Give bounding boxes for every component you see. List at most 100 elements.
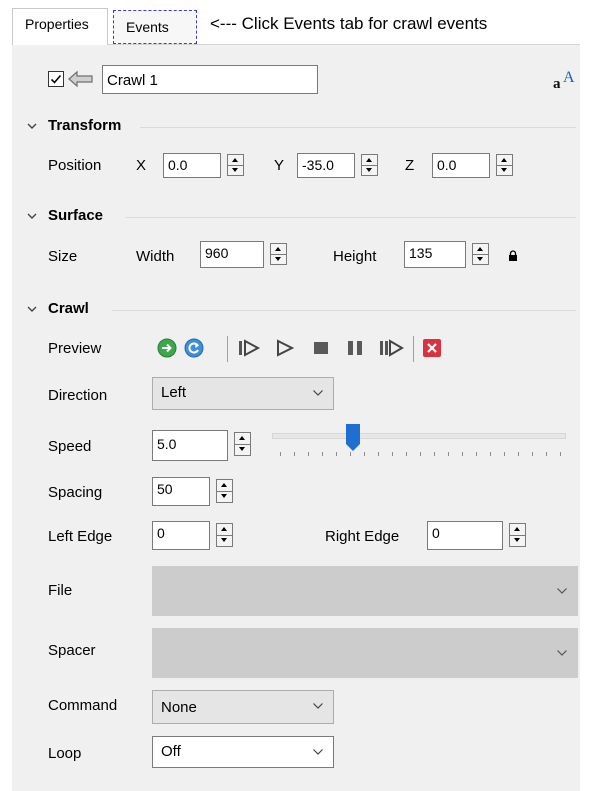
slider-tick <box>308 452 309 456</box>
speed-spinner[interactable] <box>234 432 251 456</box>
step-back-icon[interactable] <box>378 338 404 358</box>
height-spinner[interactable] <box>472 243 489 265</box>
close-red-icon[interactable] <box>423 339 441 357</box>
chevron-down-icon <box>557 650 567 656</box>
direction-dropdown[interactable]: Left <box>152 377 334 410</box>
events-hint-text: <--- Click Events tab for crawl events <box>210 14 488 33</box>
enabled-checkbox[interactable] <box>48 71 64 87</box>
slider-tick <box>280 452 281 456</box>
speed-slider-track[interactable] <box>272 433 566 439</box>
refresh-icon[interactable] <box>184 338 204 358</box>
toolbar-separator <box>227 336 228 362</box>
height-label: Height <box>333 248 377 265</box>
slider-tick <box>518 452 519 456</box>
step-forward-icon[interactable] <box>237 338 261 358</box>
chevron-down-icon[interactable] <box>27 211 37 221</box>
chevron-down-icon <box>557 588 567 594</box>
right-edge-input[interactable]: 0 <box>427 521 503 550</box>
slider-tick <box>420 452 421 456</box>
speed-input[interactable]: 5.0 <box>152 430 228 461</box>
right-edge-label: Right Edge <box>325 528 400 545</box>
slider-tick <box>490 452 491 456</box>
speed-slider-thumb[interactable] <box>345 424 360 452</box>
slider-tick <box>336 452 337 456</box>
transform-header[interactable]: Transform <box>48 117 121 134</box>
go-icon[interactable] <box>157 338 177 358</box>
slider-tick <box>322 452 323 456</box>
loop-label: Loop <box>48 745 82 762</box>
divider <box>112 310 576 311</box>
position-y-input[interactable]: -35.0 <box>297 153 355 178</box>
slider-tick <box>546 452 547 456</box>
slider-tick <box>392 452 393 456</box>
speed-label: Speed <box>48 438 92 455</box>
slider-tick <box>476 452 477 456</box>
direction-value: Left <box>161 384 187 401</box>
stop-icon[interactable] <box>311 338 331 358</box>
x-label: X <box>136 157 147 174</box>
tab-events[interactable]: Events <box>113 10 197 44</box>
svg-text:a: a <box>553 76 561 91</box>
slider-tick <box>560 452 561 456</box>
chevron-down-icon <box>313 749 323 755</box>
play-icon[interactable] <box>275 338 295 358</box>
chevron-down-icon[interactable] <box>27 304 37 314</box>
width-spinner[interactable] <box>270 243 287 265</box>
spacing-input[interactable]: 50 <box>152 477 210 506</box>
position-x-spinner[interactable] <box>227 154 244 176</box>
spacing-spinner[interactable] <box>216 479 233 503</box>
position-y-spinner[interactable] <box>361 154 378 176</box>
command-dropdown[interactable]: None <box>152 690 334 724</box>
tab-events-label: Events <box>126 19 169 35</box>
left-edge-input[interactable]: 0 <box>152 521 210 550</box>
slider-tick <box>434 452 435 456</box>
right-edge-spinner[interactable] <box>509 523 526 547</box>
slider-tick <box>406 452 407 456</box>
height-input[interactable]: 135 <box>404 241 466 268</box>
chevron-down-icon[interactable] <box>27 121 37 131</box>
slider-tick <box>448 452 449 456</box>
z-label: Z <box>405 157 415 174</box>
preview-label: Preview <box>48 340 102 357</box>
slider-tick <box>378 452 379 456</box>
tab-properties[interactable]: Properties <box>12 8 108 45</box>
lock-icon[interactable] <box>508 249 518 261</box>
divider <box>126 217 576 218</box>
slider-tick <box>350 452 351 456</box>
loop-value: Off <box>161 743 181 760</box>
divider <box>140 127 576 128</box>
left-edge-spinner[interactable] <box>216 523 233 547</box>
pause-icon[interactable] <box>345 338 365 358</box>
position-z-spinner[interactable] <box>496 154 513 176</box>
surface-header[interactable]: Surface <box>48 207 103 224</box>
spacing-label: Spacing <box>48 484 103 501</box>
size-label: Size <box>48 248 78 265</box>
spacer-dropdown[interactable] <box>152 628 578 678</box>
width-input[interactable]: 960 <box>200 241 264 268</box>
position-x-input[interactable]: 0.0 <box>163 153 221 178</box>
slider-tick <box>294 452 295 456</box>
command-label: Command <box>48 697 118 714</box>
width-label: Width <box>136 248 175 265</box>
svg-text:A: A <box>563 69 575 86</box>
position-z-input[interactable]: 0.0 <box>432 153 490 178</box>
toolbar-separator <box>413 336 414 362</box>
position-label: Position <box>48 157 102 174</box>
y-label: Y <box>274 157 285 174</box>
slider-tick <box>532 452 533 456</box>
chevron-down-icon <box>313 703 323 709</box>
file-label: File <box>48 582 73 599</box>
direction-label: Direction <box>48 387 108 404</box>
arrow-left-icon[interactable] <box>68 70 94 88</box>
spacer-label: Spacer <box>48 642 96 659</box>
slider-tick <box>504 452 505 456</box>
chevron-down-icon <box>313 390 323 396</box>
name-field[interactable]: Crawl 1 <box>102 65 318 94</box>
slider-tick <box>364 452 365 456</box>
slider-tick <box>462 452 463 456</box>
crawl-header[interactable]: Crawl <box>48 300 89 317</box>
command-value: None <box>161 699 197 716</box>
loop-dropdown[interactable]: Off <box>152 736 334 768</box>
font-size-icon[interactable]: aA <box>553 67 577 92</box>
file-dropdown[interactable] <box>152 566 578 616</box>
